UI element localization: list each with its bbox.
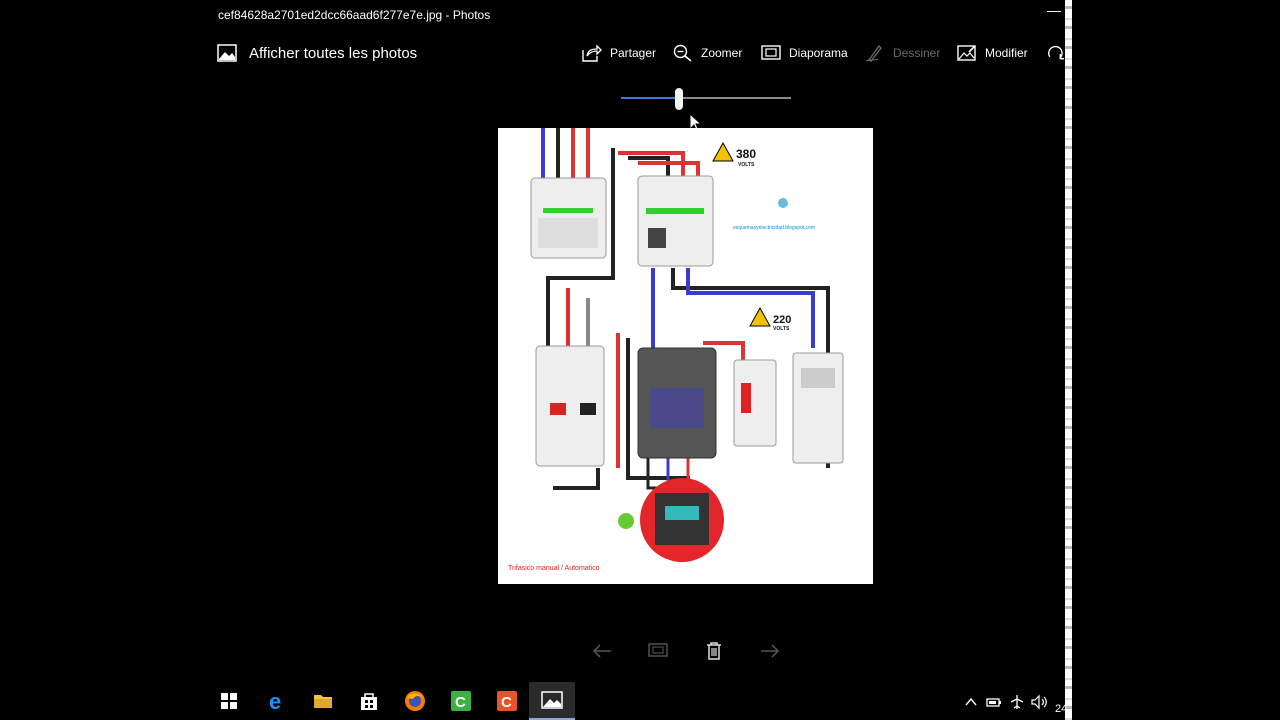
command-bar: Afficher toutes les photos Partager Zoom…: [209, 36, 1065, 70]
volts-220-unit: VOLTS: [773, 326, 790, 332]
show-all-photos-label: Afficher toutes les photos: [249, 44, 418, 62]
camtasia-orange-icon: C: [497, 691, 517, 711]
svg-text:e: e: [269, 691, 281, 711]
folder-icon: [314, 695, 332, 708]
photo-icon: [217, 44, 237, 62]
zoom-out-icon: [673, 44, 692, 62]
taskbar: e C C: [209, 682, 1065, 720]
photos-icon: [541, 691, 563, 709]
edit-label: Modifier: [985, 46, 1028, 60]
slideshow-button[interactable]: Diaporama: [761, 43, 848, 63]
title-bar: cef84628a2701ed2dcc66aad6f277e7e.jpg - P…: [209, 0, 1065, 30]
slideshow-bottom-button[interactable]: [643, 638, 673, 664]
diagram-caption: Trifasico manual / Automatico: [508, 565, 600, 572]
trash-icon: [707, 642, 721, 660]
battery-icon[interactable]: [986, 694, 1002, 710]
taskbar-camtasia-recorder[interactable]: C: [438, 682, 484, 720]
clock-partial: 24: [1055, 703, 1068, 715]
edge-icon: e: [269, 691, 281, 711]
camtasia-green-icon: C: [451, 691, 471, 711]
taskbar-firefox[interactable]: [392, 682, 438, 720]
previous-button[interactable]: [587, 638, 617, 664]
share-label: Partager: [610, 46, 657, 60]
edit-button[interactable]: Modifier: [957, 43, 1028, 63]
zoom-label: Zoomer: [701, 46, 743, 60]
draw-button[interactable]: Dessiner: [865, 43, 940, 63]
zoom-slider[interactable]: [621, 88, 791, 110]
window-title: cef84628a2701ed2dcc66aad6f277e7e.jpg - P…: [218, 8, 491, 22]
screen-edge-artifact: [1065, 0, 1072, 720]
start-button[interactable]: [206, 682, 252, 720]
share-icon: [582, 44, 602, 62]
delete-button[interactable]: [699, 638, 729, 664]
photo-wiring-diagram: 380 VOLTS 220 VOLTS esquemasyelectricida…: [498, 128, 873, 584]
minimize-button[interactable]: —: [1047, 3, 1061, 18]
chevron-up-icon[interactable]: [965, 694, 977, 710]
slideshow-icon: [648, 643, 668, 657]
taskbar-camtasia-studio[interactable]: C: [484, 682, 530, 720]
slideshow-icon: [761, 45, 781, 60]
edit-photo-icon: [957, 45, 976, 61]
arrow-left-icon: [592, 644, 611, 658]
taskbar-photos[interactable]: [529, 682, 575, 720]
arrow-right-icon: [761, 644, 780, 658]
svg-text:C: C: [455, 694, 466, 711]
zoom-slider-thumb[interactable]: [674, 88, 683, 110]
store-icon: [361, 693, 377, 710]
zoom-button[interactable]: Zoomer: [673, 43, 742, 63]
volume-icon[interactable]: [1031, 694, 1049, 710]
taskbar-store[interactable]: [346, 682, 392, 720]
svg-text:C: C: [501, 694, 512, 711]
firefox-icon: [405, 691, 425, 711]
pen-icon: [865, 44, 882, 62]
next-button[interactable]: [755, 638, 785, 664]
share-button[interactable]: Partager: [582, 43, 656, 63]
rotate-button[interactable]: [1046, 43, 1065, 63]
taskbar-edge[interactable]: e: [254, 682, 300, 720]
windows-icon: [221, 693, 237, 709]
airplane-mode-icon[interactable]: [1009, 694, 1025, 710]
draw-label: Dessiner: [893, 46, 941, 60]
volts-220-text: 220: [773, 314, 791, 326]
zoom-slider-fill: [621, 97, 679, 99]
volts-380-unit: VOLTS: [738, 162, 755, 168]
rotate-icon: [1048, 45, 1065, 60]
taskbar-file-explorer[interactable]: [300, 682, 346, 720]
slideshow-label: Diaporama: [789, 46, 848, 60]
show-all-photos-button[interactable]: Afficher toutes les photos: [217, 42, 417, 64]
wiring-diagram-image: 380 VOLTS 220 VOLTS esquemasyelectricida…: [498, 128, 873, 584]
volts-380-text: 380: [736, 147, 756, 161]
blog-url-text: esquemasyelectricidad.blogspot.com: [733, 225, 815, 231]
